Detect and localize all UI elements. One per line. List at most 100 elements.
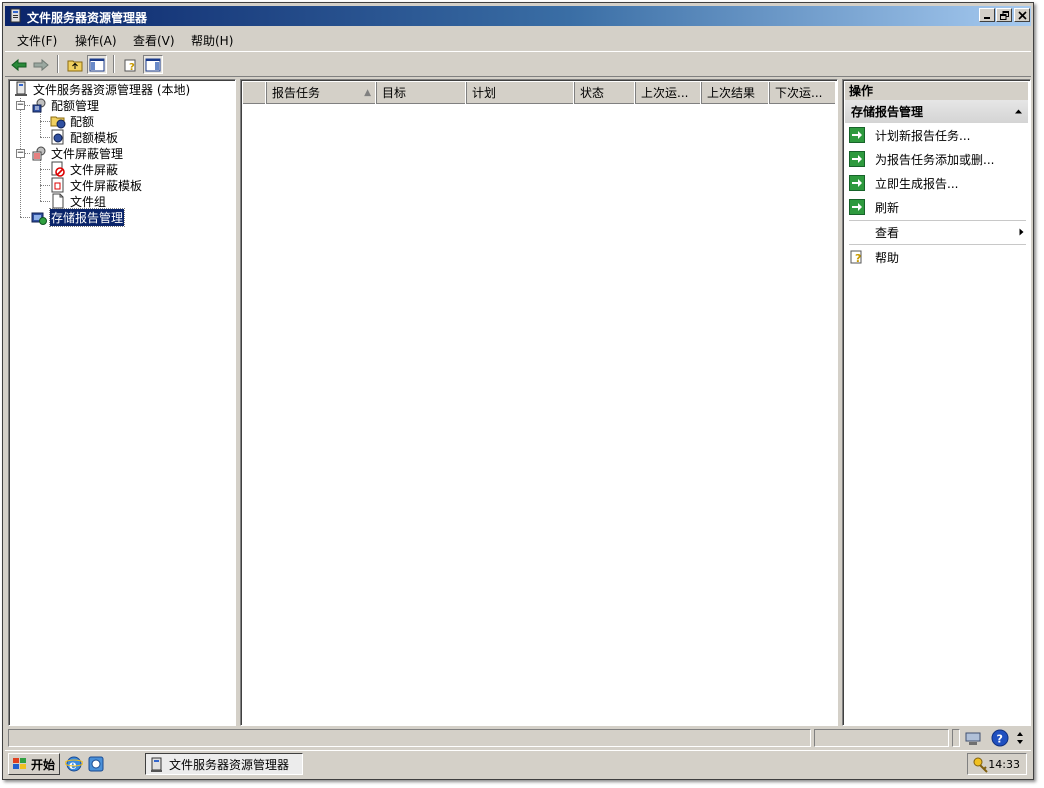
tree-item-file-screen-templates[interactable]: 文件屏蔽模板 <box>50 177 143 193</box>
green-arrow-icon <box>849 199 865 215</box>
start-button[interactable]: 开始 <box>8 753 60 775</box>
tree-label-file-screening-management: 文件屏蔽管理 <box>51 146 124 161</box>
network-tray-icon[interactable] <box>963 729 983 747</box>
menu-view[interactable]: 查看(V) <box>133 32 175 49</box>
server-icon <box>10 8 21 23</box>
toolbar: ? <box>5 51 1031 77</box>
menu-bar: 文件(F) 操作(A) 查看(V) 帮助(H) <box>5 28 1031 50</box>
tree-item-quotas[interactable]: 配额 <box>50 113 95 129</box>
green-arrow-icon <box>849 127 865 143</box>
folder-up-icon <box>67 60 83 71</box>
collapse-quota-toggle[interactable]: − <box>16 101 25 110</box>
clock[interactable]: 14:33 <box>988 758 1020 771</box>
column-header-target[interactable]: 目标 <box>377 82 467 104</box>
action-view[interactable]: 查看 <box>849 221 1026 243</box>
status-bar: ? <box>5 727 1031 749</box>
close-icon <box>1017 10 1027 20</box>
internet-explorer-icon[interactable]: e <box>65 755 83 773</box>
up-level-button[interactable] <box>65 55 85 74</box>
tree-label-quotas: 配额 <box>70 114 95 129</box>
show-desktop-icon[interactable] <box>87 755 105 773</box>
results-list[interactable]: 报告任务 ▲ 目标 计划 状态 上次运... 上次结果 下次运... <box>240 79 838 726</box>
tree-root[interactable]: 文件服务器资源管理器 (本地) <box>13 81 191 97</box>
column-header-last-run[interactable]: 上次运... <box>636 82 702 104</box>
tree-item-quota-management[interactable]: 配额管理 <box>31 97 100 113</box>
tree-root-label: 文件服务器资源管理器 (本地) <box>33 82 191 97</box>
tree-item-storage-reports-management[interactable]: 存储报告管理 <box>31 207 126 227</box>
restore-button[interactable] <box>996 8 1012 22</box>
server-icon <box>151 757 162 772</box>
action-pane-icon <box>145 58 161 71</box>
server-icon <box>15 81 27 96</box>
green-arrow-icon <box>849 151 865 167</box>
column-header-report-task[interactable]: 报告任务 ▲ <box>267 82 377 104</box>
system-tray: 14:33 <box>967 753 1027 775</box>
windows-logo-icon <box>13 758 26 769</box>
action-label: 刷新 <box>875 200 900 215</box>
actions-section-header[interactable]: 存储报告管理 <box>845 100 1028 124</box>
window-title: 文件服务器资源管理器 <box>27 11 148 25</box>
show-hide-action-pane-button[interactable] <box>143 55 163 74</box>
tree-label-storage-reports-management: 存储报告管理 <box>48 207 126 227</box>
action-label: 帮助 <box>875 250 900 265</box>
svg-text:?: ? <box>855 252 861 265</box>
tree-label-file-screens: 文件屏蔽 <box>70 162 119 177</box>
status-pane-secondary <box>814 729 949 747</box>
file-group-icon <box>52 193 64 209</box>
svg-text:?: ? <box>129 62 135 72</box>
collapse-screening-toggle[interactable]: − <box>16 149 25 158</box>
help-toolbar-button[interactable]: ? <box>121 55 141 74</box>
tree-item-file-screens[interactable]: 文件屏蔽 <box>50 161 119 177</box>
back-button[interactable] <box>9 55 29 74</box>
column-label-last-run: 上次运... <box>641 86 689 100</box>
tree-item-file-groups[interactable]: 文件组 <box>50 193 107 209</box>
actions-section-title: 存储报告管理 <box>851 105 924 119</box>
column-label-schedule: 计划 <box>472 86 497 100</box>
view-spacer <box>849 224 865 240</box>
action-add-remove-report-task[interactable]: 为报告任务添加或删... <box>849 148 1026 170</box>
storage-reports-icon <box>31 212 47 225</box>
taskbar-app-button[interactable]: 文件服务器资源管理器 <box>145 753 303 775</box>
menu-help[interactable]: 帮助(H) <box>191 32 233 49</box>
file-screen-icon <box>51 161 65 177</box>
sort-ascending-icon: ▲ <box>364 88 371 98</box>
actions-pane: 操作 存储报告管理 计划新报告任务... 为报告任务添加或删... 立即生成报告… <box>842 79 1031 726</box>
console-tree-icon <box>89 58 105 71</box>
menu-file[interactable]: 文件(F) <box>17 32 57 49</box>
tree-label-file-screen-templates: 文件屏蔽模板 <box>70 178 143 193</box>
column-header-next-run[interactable]: 下次运... <box>770 82 837 104</box>
back-arrow-icon <box>11 58 27 71</box>
action-schedule-new-report-task[interactable]: 计划新报告任务... <box>849 124 1026 146</box>
forward-button[interactable] <box>31 55 51 74</box>
column-header-status[interactable]: 状态 <box>575 82 636 104</box>
tray-keys-icon[interactable] <box>972 756 990 774</box>
menu-action[interactable]: 操作(A) <box>75 32 117 49</box>
help-book-icon: ? <box>124 59 136 72</box>
column-header-last-result[interactable]: 上次结果 <box>702 82 770 104</box>
column-label-status: 状态 <box>580 86 605 100</box>
column-label-target: 目标 <box>382 86 407 100</box>
tree-item-quota-templates[interactable]: 配额模板 <box>50 129 119 145</box>
title-bar[interactable]: 文件服务器资源管理器 <box>5 6 1031 26</box>
scroll-updown-icon[interactable] <box>1015 730 1025 746</box>
close-button[interactable] <box>1014 8 1030 22</box>
list-header: 报告任务 ▲ 目标 计划 状态 上次运... 上次结果 下次运... <box>243 82 835 104</box>
tree-item-file-screening-management[interactable]: 文件屏蔽管理 <box>31 145 124 161</box>
console-tree[interactable]: 文件服务器资源管理器 (本地) − 配额管理 配额 配额模板 − 文件屏蔽管理 … <box>8 79 236 726</box>
file-screening-management-icon <box>32 146 46 161</box>
column-header-icon[interactable] <box>243 82 267 104</box>
help-circle-icon[interactable]: ? <box>991 729 1009 747</box>
quota-template-icon <box>51 129 64 145</box>
column-header-schedule[interactable]: 计划 <box>467 82 575 104</box>
action-refresh[interactable]: 刷新 <box>849 196 1026 218</box>
action-help[interactable]: ? 帮助 <box>849 246 1026 268</box>
actions-divider <box>849 244 1026 245</box>
minimize-button[interactable] <box>979 8 995 22</box>
column-label-last-result: 上次结果 <box>707 86 756 100</box>
action-label: 计划新报告任务... <box>875 128 971 143</box>
action-label: 立即生成报告... <box>875 176 959 191</box>
action-generate-reports-now[interactable]: 立即生成报告... <box>849 172 1026 194</box>
quota-folder-icon <box>50 116 66 129</box>
action-label: 为报告任务添加或删... <box>875 152 995 167</box>
show-hide-tree-button[interactable] <box>87 55 107 74</box>
